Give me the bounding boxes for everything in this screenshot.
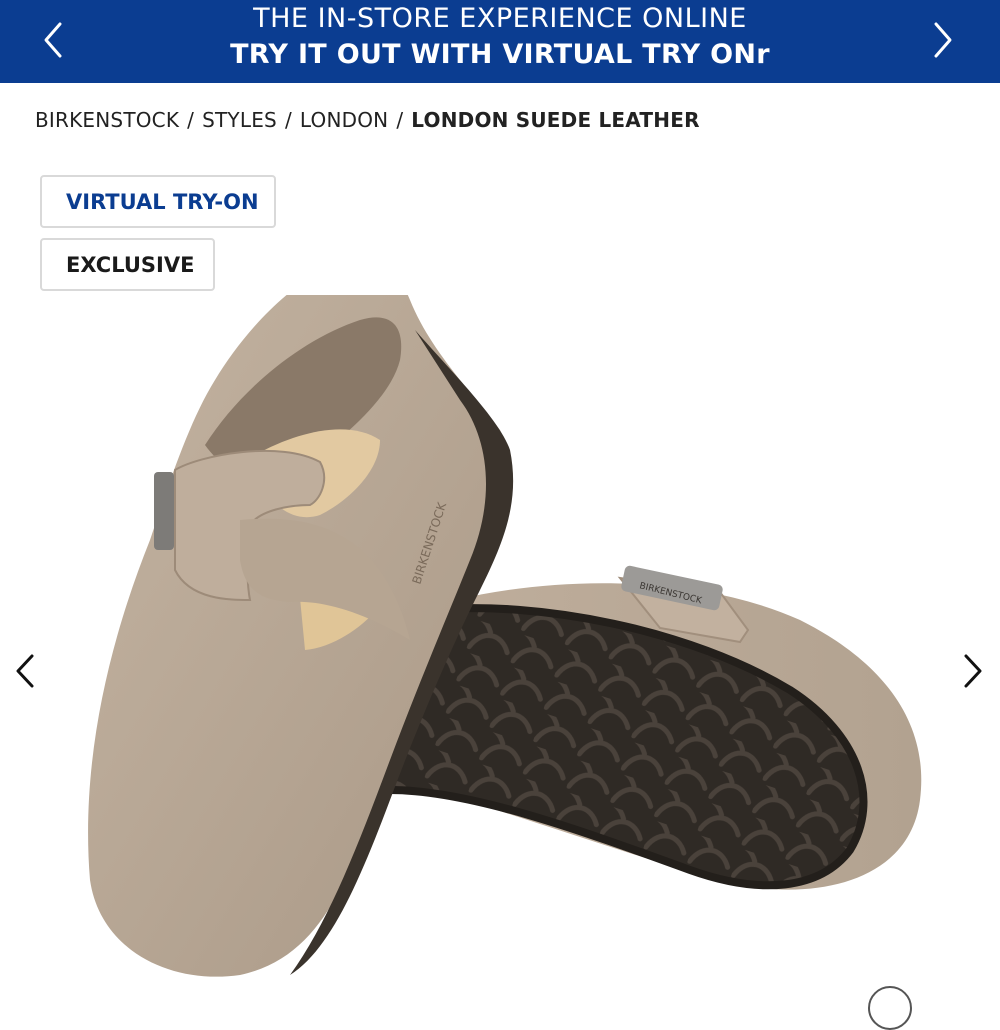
exclusive-badge: EXCLUSIVE [40,238,215,291]
breadcrumb: BIRKENSTOCK / STYLES / LONDON / LONDON SUEDE L… [35,106,700,134]
product-image[interactable]: BIRKENSTOCK BIRKENSTOCK [0,295,1000,1000]
breadcrumb-separator: / [284,108,292,132]
breadcrumb-separator: / [396,108,404,132]
chevron-right-icon [964,654,982,688]
gallery-prev-button[interactable] [12,650,40,692]
gallery-next-button[interactable] [958,650,986,692]
breadcrumb-link-london[interactable]: LONDON [300,108,388,132]
chevron-left-icon [16,654,34,688]
promo-banner: THE IN-STORE EXPERIENCE ONLINE TRY IT OU… [0,0,1000,83]
zoom-icon[interactable] [868,986,912,1030]
chevron-right-icon[interactable] [928,18,958,62]
breadcrumb-link-styles[interactable]: STYLES [202,108,277,132]
breadcrumb-separator: / [187,108,195,132]
promo-headline: THE IN-STORE EXPERIENCE ONLINE [253,3,747,34]
breadcrumb-current: LONDON SUEDE LEATHER [411,108,700,132]
shoe-front-view: BIRKENSTOCK [88,295,514,977]
breadcrumb-link-birkenstock[interactable]: BIRKENSTOCK [35,108,179,132]
promo-cta-link[interactable]: TRY IT OUT WITH VIRTUAL TRY ONr [0,38,1000,72]
virtual-try-on-badge[interactable]: VIRTUAL TRY-ON [40,175,276,228]
